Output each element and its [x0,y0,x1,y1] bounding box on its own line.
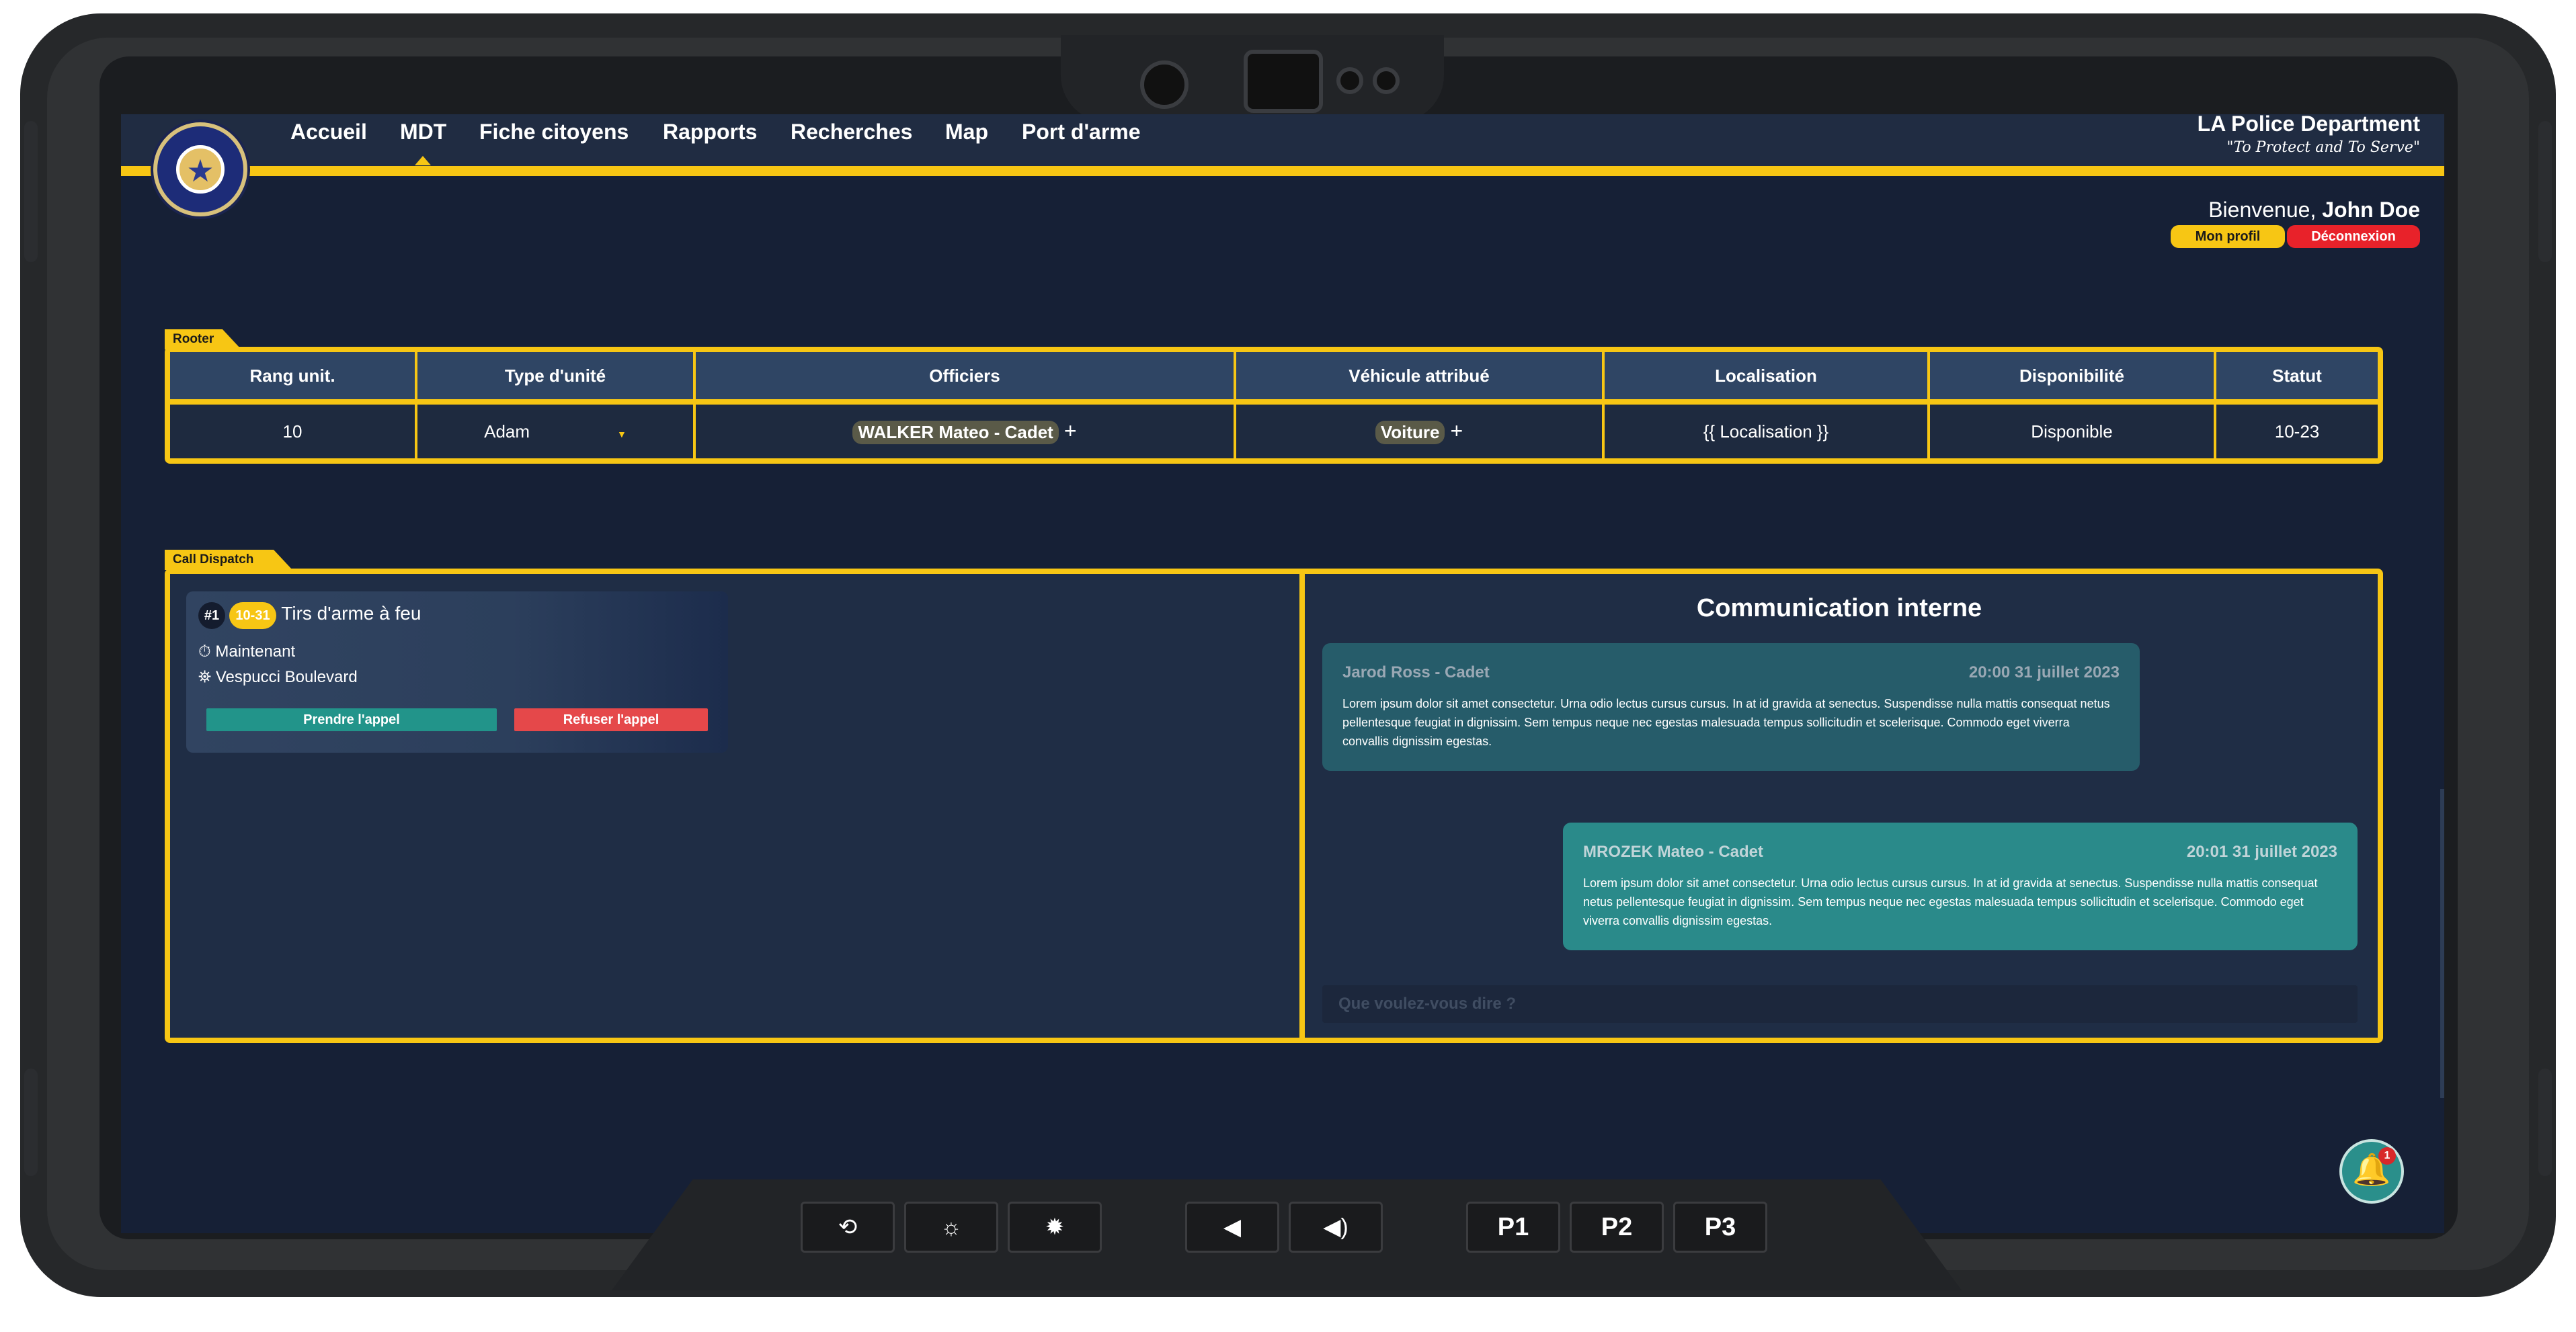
active-nav-indicator [415,156,431,165]
side-button-right-bottom [2538,1069,2552,1176]
officer-tag[interactable]: WALKER Mateo - Cadet [852,421,1059,444]
navbar-accent-line [121,166,2444,176]
internal-communication-title: Communication interne [1696,594,1982,622]
department-name: LA Police Department [2197,114,2420,136]
nav-item-mdt[interactable]: MDT [400,120,446,144]
scrollbar[interactable] [2440,789,2444,1098]
rooter-table: Rang unit. Type d'unité Officiers Véhicu… [170,352,2378,458]
column-header: Type d'unité [416,352,696,402]
panel-divider [1299,574,1305,1038]
message-author: MROZEK Mateo - Cadet [1583,843,1764,861]
call-time-label: Maintenant [215,642,296,661]
unit-rank-cell: 10 [170,399,417,458]
notification-button[interactable]: 🔔 1 [2339,1139,2404,1204]
call-code-badge: 10-31 [229,602,276,629]
brightness-up-icon[interactable]: ✹ [1008,1202,1102,1253]
message-bubble: Jarod Ross - Cadet 20:00 31 juillet 2023… [1322,643,2140,771]
unit-type-select[interactable]: Adam ▼ [416,399,696,458]
message-time: 20:00 31 juillet 2023 [1968,663,2120,681]
nav-item-recherches[interactable]: Recherches [791,120,912,144]
sensor-icon [1336,67,1363,94]
status-cell: 10-23 [2215,399,2378,458]
call-card: #1 10-31 Tirs d'arme à feu ⏱ Maintenant ⛯… [186,591,728,753]
side-button-right [2538,121,2552,262]
call-time: ⏱ Maintenant [198,642,295,661]
vehicle-cell: Voiture + [1235,399,1605,458]
vehicle-tag[interactable]: Voiture [1375,421,1445,444]
logout-button[interactable]: Déconnexion [2287,225,2420,248]
add-vehicle-icon[interactable]: + [1450,419,1463,443]
volume-up-icon[interactable]: ◀) [1289,1202,1383,1253]
star-icon: ★ [186,153,214,188]
availability-cell: Disponible [1929,399,2216,458]
message-time: 20:01 31 juillet 2023 [2186,843,2337,861]
message-text: Lorem ipsum dolor sit amet consectetur. … [1342,697,2110,748]
location-cell: {{ Localisation }} [1603,399,1930,458]
p1-button[interactable]: P1 [1466,1202,1560,1253]
message-text: Lorem ipsum dolor sit amet consectetur. … [1583,876,2318,927]
rotate-screen-icon[interactable]: ⟲ [801,1202,895,1253]
column-header: Officiers [694,352,1236,402]
brightness-down-icon[interactable]: ☼ [904,1202,998,1253]
unit-type-value: Adam [484,421,530,442]
officers-cell: WALKER Mateo - Cadet + [694,399,1236,458]
message-bubble: MROZEK Mateo - Cadet 20:01 31 juillet 20… [1563,823,2358,950]
nav-item-map[interactable]: Map [945,120,988,144]
call-title: Tirs d'arme à feu [281,603,421,624]
department-heading: LA Police Department "To Protect and To … [2198,114,2420,156]
call-dispatch-tab: Call Dispatch [165,550,292,570]
welcome-text: Bienvenue, John Doe [2208,198,2420,222]
nav-item-port-darme[interactable]: Port d'arme [1022,120,1141,144]
p2-button[interactable]: P2 [1570,1202,1664,1253]
user-name: John Doe [2322,198,2420,222]
camera-housing [1061,35,1444,122]
call-location-label: Vespucci Boulevard [215,668,358,686]
lapd-logo: ★ [153,122,247,216]
rooter-header-row: Rang unit. Type d'unité Officiers Véhicu… [170,352,2378,402]
map-marker-icon: ⛯ [198,668,212,686]
sensor-icon [1373,67,1400,94]
profile-button[interactable]: Mon profil [2171,225,2285,248]
column-header: Disponibilité [1929,352,2216,402]
camera-lens-icon [1140,60,1189,109]
main-camera-icon [1244,50,1323,113]
refuse-call-button[interactable]: Refuser l'appel [514,708,708,731]
add-officer-icon[interactable]: + [1064,419,1077,443]
badge-icon: ★ [176,145,225,194]
stopwatch-icon: ⏱ [198,642,211,661]
call-number-badge: #1 [198,602,225,629]
call-header: #1 10-31 Tirs d'arme à feu [198,602,421,629]
mdt-screen: ★ Accueil MDT Fiche citoyens Rapports Re… [121,114,2444,1233]
nav-item-fiche-citoyens[interactable]: Fiche citoyens [479,120,629,144]
column-header: Rang unit. [170,352,417,402]
side-button-left [24,121,38,262]
rooter-panel: Rang unit. Type d'unité Officiers Véhicu… [165,347,2383,464]
take-call-button[interactable]: Prendre l'appel [206,708,497,731]
notification-count-badge: 1 [2378,1147,2396,1165]
message-input[interactable] [1322,985,2358,1023]
table-row: 10 Adam ▼ WALKER Mateo - Cadet + Voiture + … [170,399,2378,458]
call-dispatch-panel: #1 10-31 Tirs d'arme à feu ⏱ Maintenant ⛯… [165,569,2383,1043]
side-button-left-bottom [24,1069,38,1176]
department-motto: "To Protect and To Serve" [2226,139,2420,156]
welcome-greeting: Bienvenue, [2208,198,2317,222]
volume-down-icon[interactable]: ◀ [1185,1202,1279,1253]
nav-item-accueil[interactable]: Accueil [290,120,367,144]
call-location: ⛯ Vespucci Boulevard [198,668,358,687]
column-header: Véhicule attribué [1235,352,1605,402]
chevron-down-icon: ▼ [617,428,627,440]
nav-item-rapports[interactable]: Rapports [663,120,757,144]
column-header: Localisation [1603,352,1930,402]
message-author: Jarod Ross - Cadet [1342,663,1490,681]
column-header: Statut [2215,352,2378,402]
p3-button[interactable]: P3 [1673,1202,1767,1253]
